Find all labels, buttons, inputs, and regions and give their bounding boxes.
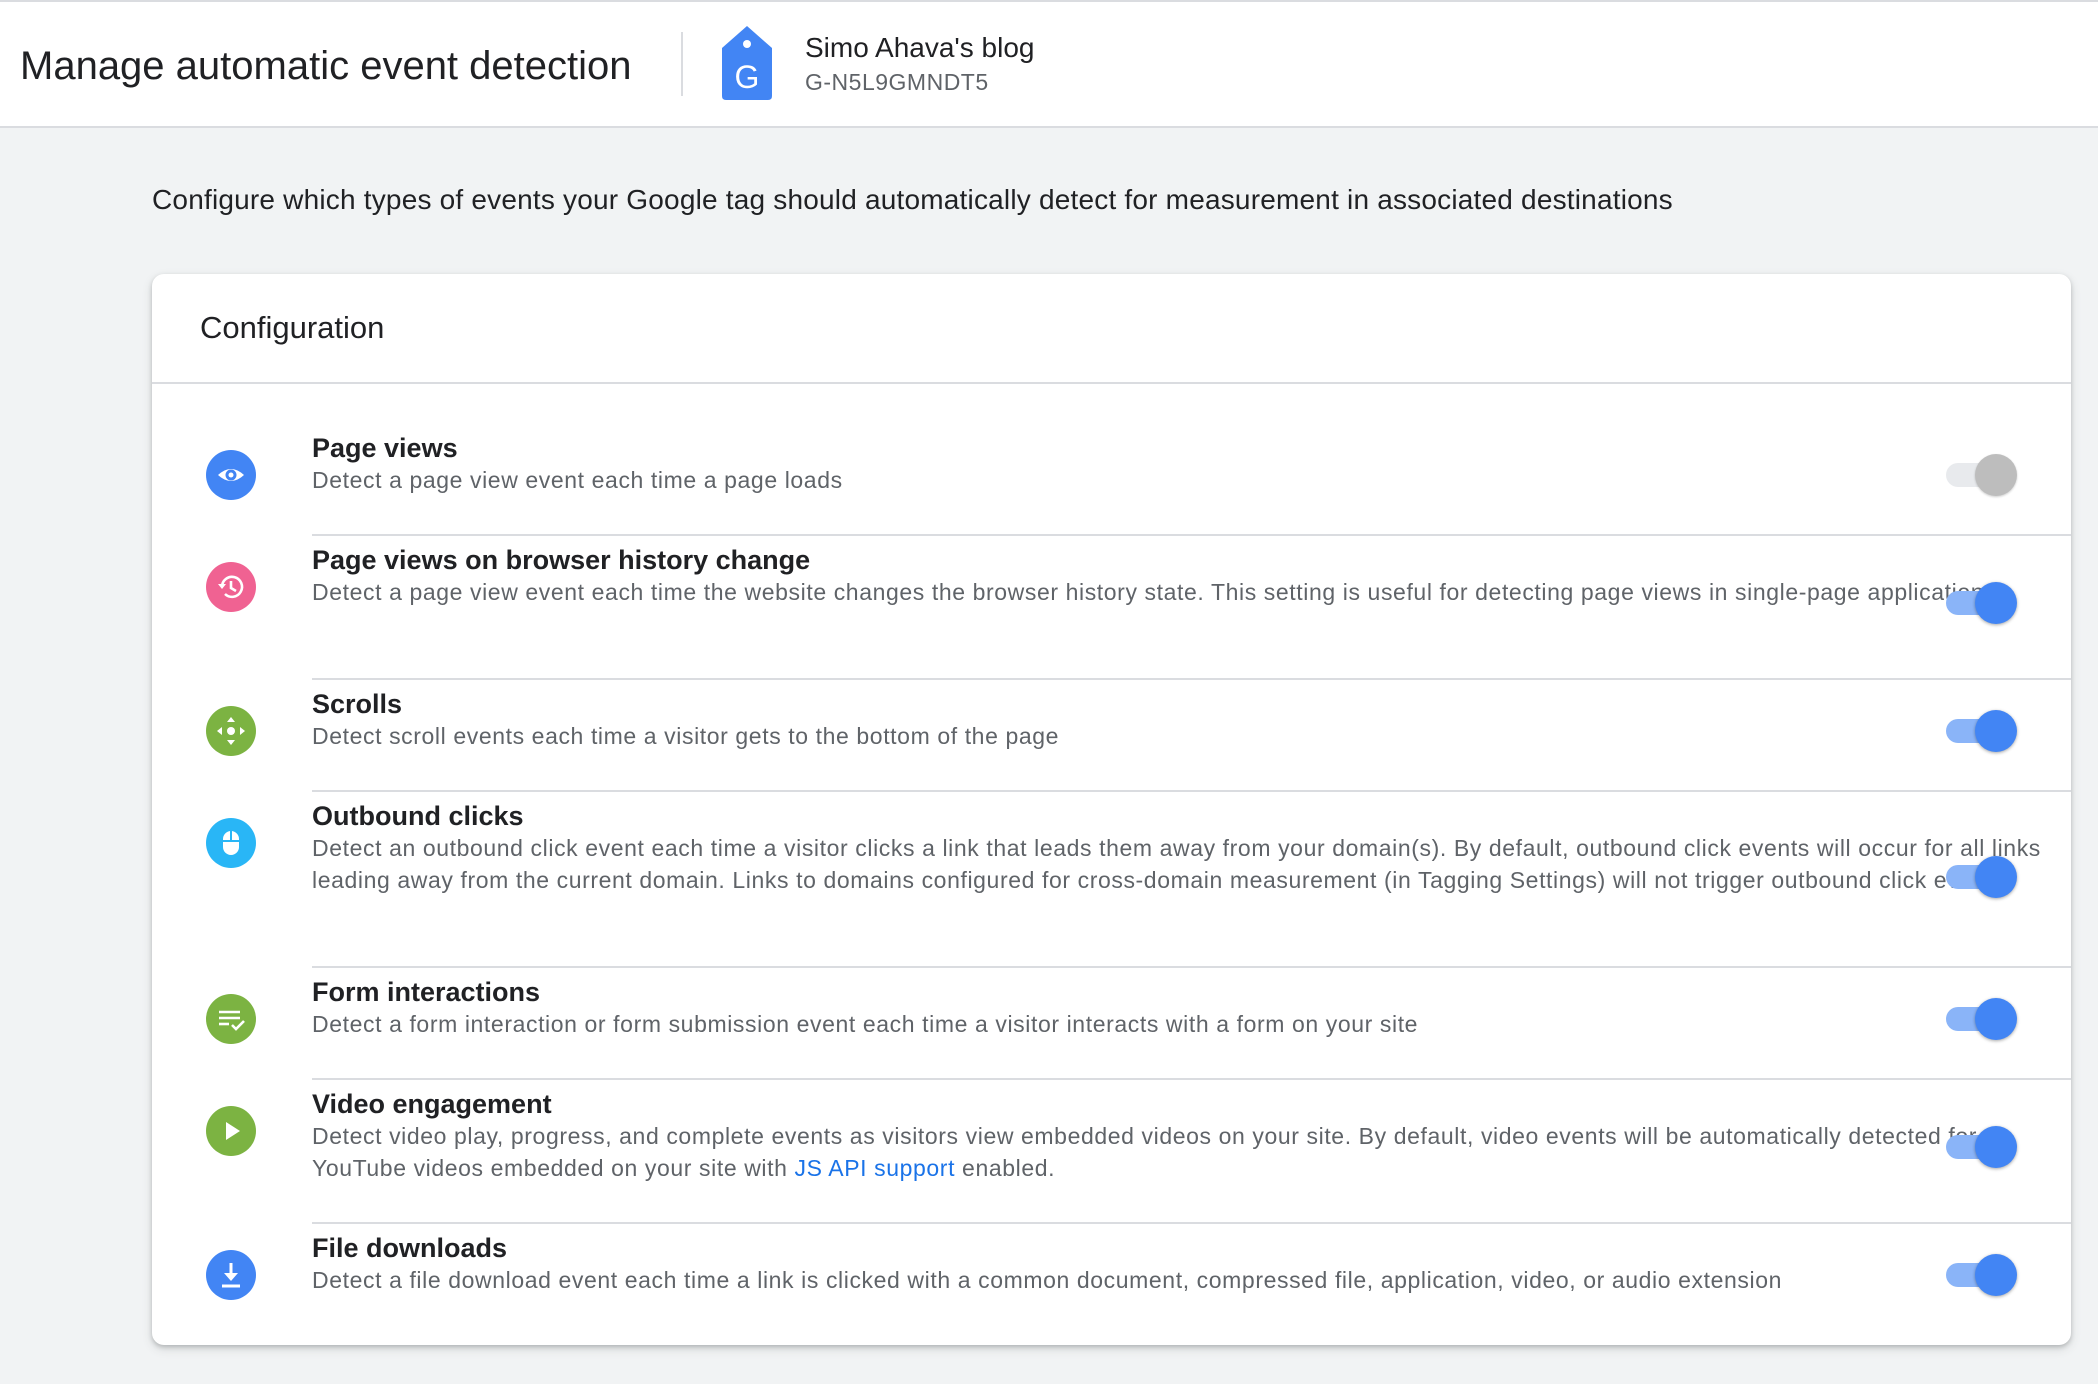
setting-description: Detect a file download event each time a…	[312, 1267, 1782, 1293]
file-downloads-toggle[interactable]	[1946, 1252, 2018, 1296]
setting-description: Detect video play, progress, and complet…	[312, 1120, 2042, 1184]
video-engagement-toggle[interactable]	[1946, 1124, 2018, 1168]
setting-description: Detect a form interaction or form submis…	[312, 1011, 1419, 1037]
form-interactions-toggle[interactable]	[1946, 996, 2018, 1040]
configuration-card: Configuration Page views Detect a page v…	[152, 274, 2071, 1345]
eye-icon	[206, 450, 256, 500]
setting-title: File downloads	[312, 1233, 508, 1263]
history-change-toggle[interactable]	[1946, 580, 2018, 624]
setting-description: Detect a page view event each time a pag…	[312, 467, 843, 493]
toggle-thumb	[1975, 856, 2017, 898]
history-icon	[206, 562, 256, 612]
setting-title: Form interactions	[312, 977, 541, 1007]
move-icon	[206, 706, 256, 756]
setting-row-history-change: Page views on browser history change Det…	[152, 536, 2071, 680]
setting-title: Video engagement	[312, 1089, 552, 1119]
setting-row-video-engagement: Video engagement Detect video play, prog…	[152, 1080, 2071, 1224]
property-name: Simo Ahava's blog	[805, 32, 1035, 63]
toggle-thumb	[1975, 998, 2017, 1040]
form-check-icon	[206, 994, 256, 1044]
scrolls-toggle[interactable]	[1946, 708, 2018, 752]
toggle-thumb	[1975, 1126, 2017, 1168]
setting-title: Scrolls	[312, 689, 403, 719]
download-icon	[206, 1250, 256, 1300]
card-title: Configuration	[200, 310, 385, 345]
play-icon	[206, 1106, 256, 1156]
setting-row-scrolls: Scrolls Detect scroll events each time a…	[152, 680, 2071, 792]
property-id: G-N5L9GMNDT5	[805, 69, 989, 95]
setting-row-form-interactions: Form interactions Detect a form interact…	[152, 968, 2071, 1080]
toggle-thumb	[1975, 1254, 2017, 1296]
setting-row-outbound-clicks: Outbound clicks Detect an outbound click…	[152, 792, 2071, 968]
card-header: Configuration	[152, 274, 2071, 384]
toggle-thumb	[1975, 710, 2017, 752]
setting-row-page-views: Page views Detect a page view event each…	[152, 424, 2071, 536]
mouse-icon	[206, 818, 256, 868]
toggle-thumb	[1975, 454, 2017, 496]
header-divider	[681, 32, 683, 96]
google-tag-icon: G	[718, 24, 776, 102]
setting-title: Outbound clicks	[312, 801, 524, 831]
google-tag-letter: G	[735, 59, 760, 95]
description-text-end: enabled.	[955, 1155, 1056, 1181]
setting-description: Detect scroll events each time a visitor…	[312, 723, 1060, 749]
top-bar: Manage automatic event detection G Simo …	[0, 0, 2098, 128]
outbound-clicks-toggle[interactable]	[1946, 854, 2018, 898]
setting-description: Detect a page view event each time the w…	[312, 579, 2004, 605]
setting-row-file-downloads: File downloads Detect a file download ev…	[152, 1224, 2071, 1336]
toggle-thumb	[1975, 582, 2017, 624]
intro-text: Configure which types of events your Goo…	[152, 184, 1673, 215]
page-views-toggle[interactable]	[1946, 452, 2018, 496]
js-api-support-link[interactable]: JS API support	[795, 1155, 956, 1181]
setting-title: Page views	[312, 433, 458, 463]
setting-title: Page views on browser history change	[312, 545, 811, 575]
setting-description: Detect an outbound click event each time…	[312, 835, 2041, 893]
page-title: Manage automatic event detection	[20, 44, 632, 88]
description-text: Detect video play, progress, and complet…	[312, 1123, 1978, 1181]
